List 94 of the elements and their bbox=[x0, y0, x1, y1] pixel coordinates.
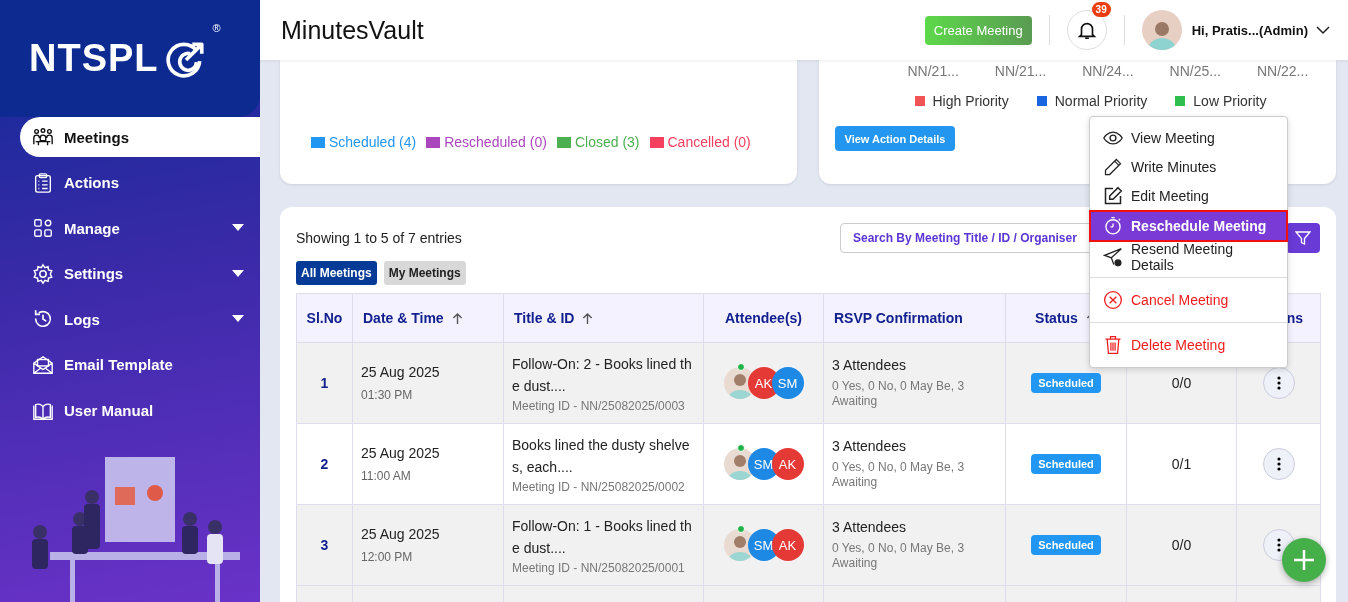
trash-icon bbox=[1103, 335, 1123, 355]
user-avatar[interactable] bbox=[1141, 10, 1182, 50]
kebab-icon bbox=[1276, 538, 1281, 552]
column-header: Title & ID bbox=[514, 310, 575, 326]
grid-icon bbox=[32, 217, 54, 240]
menu-item[interactable]: Delete Meeting bbox=[1090, 329, 1287, 361]
app-title: MinutesVault bbox=[281, 15, 425, 45]
legend-label: Low Priority bbox=[1193, 93, 1267, 109]
rsvp-detail: 0 Yes, 0 No, 0 May Be, 3 Awaiting bbox=[832, 379, 966, 409]
filter-icon bbox=[1295, 230, 1311, 246]
menu-item[interactable]: Write Minutes bbox=[1090, 152, 1287, 181]
more-options-button[interactable] bbox=[1262, 367, 1295, 399]
registered-mark: ® bbox=[212, 22, 221, 34]
stopwatch-icon bbox=[1103, 216, 1123, 236]
caret-icon[interactable] bbox=[232, 224, 244, 233]
filter-tab[interactable]: My Meetings bbox=[383, 261, 466, 285]
meeting-id: Meeting ID - NN/25082025/0003 bbox=[512, 399, 686, 413]
axis-label: NN/24... bbox=[1082, 63, 1134, 79]
rsvp-count: 3 Attendees bbox=[832, 519, 907, 535]
clipboard-icon bbox=[32, 171, 54, 194]
row-number: 1 bbox=[320, 375, 329, 391]
legend-label: Normal Priority bbox=[1054, 93, 1148, 109]
legend-label: High Priority bbox=[932, 93, 1009, 109]
axis-label: NN/22... bbox=[1256, 63, 1309, 79]
menu-item[interactable]: Edit Meeting bbox=[1090, 181, 1287, 210]
chevron-down-icon[interactable] bbox=[1316, 25, 1330, 35]
kebab-icon bbox=[1276, 457, 1281, 471]
sidebar-item[interactable]: User Manual bbox=[20, 390, 260, 431]
axis-label: NN/25... bbox=[1169, 63, 1221, 79]
plus-icon bbox=[1293, 549, 1315, 571]
edit-icon bbox=[1103, 185, 1123, 206]
column-header: Status bbox=[1035, 310, 1078, 326]
table-cell: 0/1 bbox=[1171, 456, 1192, 472]
meeting-date: 25 Aug 2025 bbox=[361, 364, 441, 380]
more-options-button[interactable] bbox=[1262, 448, 1295, 480]
mail-icon bbox=[32, 353, 54, 376]
menu-item[interactable]: View Meeting bbox=[1090, 123, 1287, 152]
sidebar-item[interactable]: Settings bbox=[20, 253, 260, 294]
rsvp-count: 3 Attendees bbox=[832, 438, 907, 454]
sidebar-item[interactable]: Email Template bbox=[20, 344, 260, 385]
status-badge: Scheduled bbox=[1031, 454, 1101, 474]
meeting-title: Follow-On: 2 - Books lined the dust.... bbox=[512, 355, 693, 396]
kebab-icon bbox=[1276, 376, 1281, 390]
rsvp-detail: 0 Yes, 0 No, 0 May Be, 3 Awaiting bbox=[832, 541, 966, 571]
status-badge: Scheduled bbox=[1031, 535, 1101, 555]
sidebar-item[interactable]: Actions bbox=[20, 162, 260, 203]
meeting-title: Books lined the dusty shelves, each.... bbox=[512, 436, 691, 477]
send-plus-icon bbox=[1103, 246, 1123, 267]
axis-label: NN/21... bbox=[907, 63, 959, 79]
logo-text: NTSPL bbox=[29, 37, 159, 80]
meeting-id: Meeting ID - NN/25082025/0002 bbox=[512, 480, 686, 494]
meeting-date: 25 Aug 2025 bbox=[361, 445, 441, 461]
rsvp-count: 3 Attendees bbox=[832, 357, 907, 373]
pencil-icon bbox=[1103, 156, 1123, 177]
table-cell: 0/0 bbox=[1171, 537, 1192, 553]
column-header: RSVP Confirmation bbox=[834, 310, 963, 326]
sidebar-item[interactable]: Logs bbox=[20, 299, 260, 340]
meeting-id: Meeting ID - NN/25082025/0001 bbox=[512, 561, 686, 575]
attendee-initials: SM bbox=[771, 367, 804, 399]
column-header: Sl.No bbox=[306, 310, 343, 326]
sidebar-item[interactable]: Manage bbox=[20, 208, 260, 249]
meeting-date: 25 Aug 2025 bbox=[361, 526, 441, 542]
row-number: 2 bbox=[320, 456, 329, 472]
column-header: ns bbox=[1286, 310, 1303, 326]
filter-button[interactable] bbox=[1286, 223, 1320, 253]
axis-label: NN/21... bbox=[994, 63, 1047, 79]
legend-label: Rescheduled (0) bbox=[444, 134, 547, 150]
legend-label: Closed (3) bbox=[574, 134, 640, 150]
status-badge: Scheduled bbox=[1031, 373, 1101, 393]
legend-label: Scheduled (4) bbox=[329, 134, 417, 150]
meeting-time: 12:00 PM bbox=[361, 550, 414, 564]
meeting-title: Follow-On: 1 - Books lined the dust.... bbox=[512, 517, 693, 558]
sort-arrow-icon[interactable] bbox=[582, 311, 594, 325]
sort-arrow-icon[interactable] bbox=[451, 311, 463, 325]
caret-icon[interactable] bbox=[232, 315, 244, 324]
meeting-time: 11:00 AM bbox=[361, 469, 412, 483]
entries-summary: Showing 1 to 5 of 7 entries bbox=[296, 230, 463, 246]
user-name[interactable]: Hi, Pratis...(Admin) bbox=[1191, 22, 1308, 38]
cancel-icon bbox=[1103, 290, 1123, 310]
meeting-time: 01:30 PM bbox=[361, 388, 414, 402]
sidebar-item[interactable]: Meetings bbox=[20, 117, 260, 157]
row-number: 3 bbox=[320, 537, 329, 553]
rsvp-detail: 0 Yes, 0 No, 0 May Be, 3 Awaiting bbox=[832, 460, 966, 490]
settings-icon bbox=[32, 262, 54, 285]
people-icon bbox=[32, 126, 54, 148]
legend-label: Cancelled (0) bbox=[667, 134, 751, 150]
column-header: Date & Time bbox=[363, 310, 444, 326]
caret-icon[interactable] bbox=[232, 269, 244, 278]
column-header: Attendee(s) bbox=[725, 310, 802, 326]
menu-item[interactable]: Reschedule Meeting bbox=[1089, 210, 1288, 242]
filter-tab[interactable]: All Meetings bbox=[296, 261, 377, 285]
table-cell: 0/0 bbox=[1171, 375, 1192, 391]
menu-item[interactable]: Cancel Meeting bbox=[1090, 284, 1287, 316]
notification-count: 39 bbox=[1091, 2, 1111, 17]
